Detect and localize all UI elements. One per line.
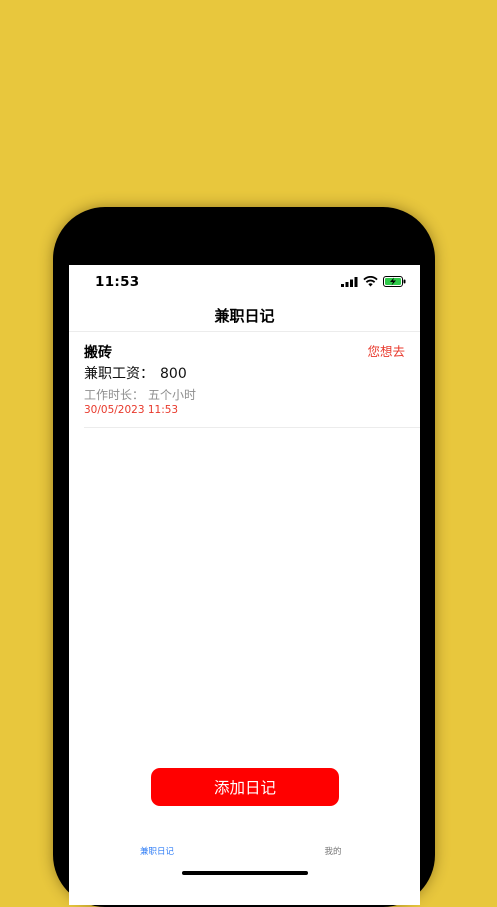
entry-wage-row: 兼职工资： 800 — [84, 363, 193, 383]
hours-label: 工作时长： — [84, 388, 145, 402]
tab-part-time-diary[interactable]: 兼职日记 — [117, 845, 197, 857]
add-diary-button[interactable]: 添加日记 — [151, 768, 339, 806]
status-time: 11:53 — [95, 274, 140, 290]
wifi-icon — [363, 276, 378, 287]
page-title: 兼职日记 — [214, 307, 275, 325]
wage-label: 兼职工资： — [84, 366, 154, 382]
entry-hours-row: 工作时长： 五个小时 — [84, 386, 200, 403]
hours-value: 五个小时 — [148, 388, 197, 402]
status-icons — [341, 276, 406, 287]
entry-divider — [84, 427, 420, 428]
tab-mine[interactable]: 我的 — [293, 845, 373, 857]
wage-value: 800 — [160, 366, 187, 382]
app-screen: 11:53 兼职日记 搬砖 您想去 兼职工资： 800 工作时长： 五个小时 3… — [69, 265, 420, 905]
entry-action-link[interactable]: 您想去 — [367, 341, 405, 360]
battery-charging-icon — [383, 276, 406, 287]
entry-date: 30/05/2023 11:53 — [84, 404, 179, 416]
home-indicator[interactable] — [182, 871, 308, 875]
entry-title: 搬砖 — [84, 345, 112, 361]
diary-entry-card[interactable]: 搬砖 您想去 兼职工资： 800 工作时长： 五个小时 30/05/2023 11:… — [69, 332, 420, 428]
status-bar: 11:53 — [69, 265, 420, 299]
cellular-signal-icon — [341, 276, 358, 287]
